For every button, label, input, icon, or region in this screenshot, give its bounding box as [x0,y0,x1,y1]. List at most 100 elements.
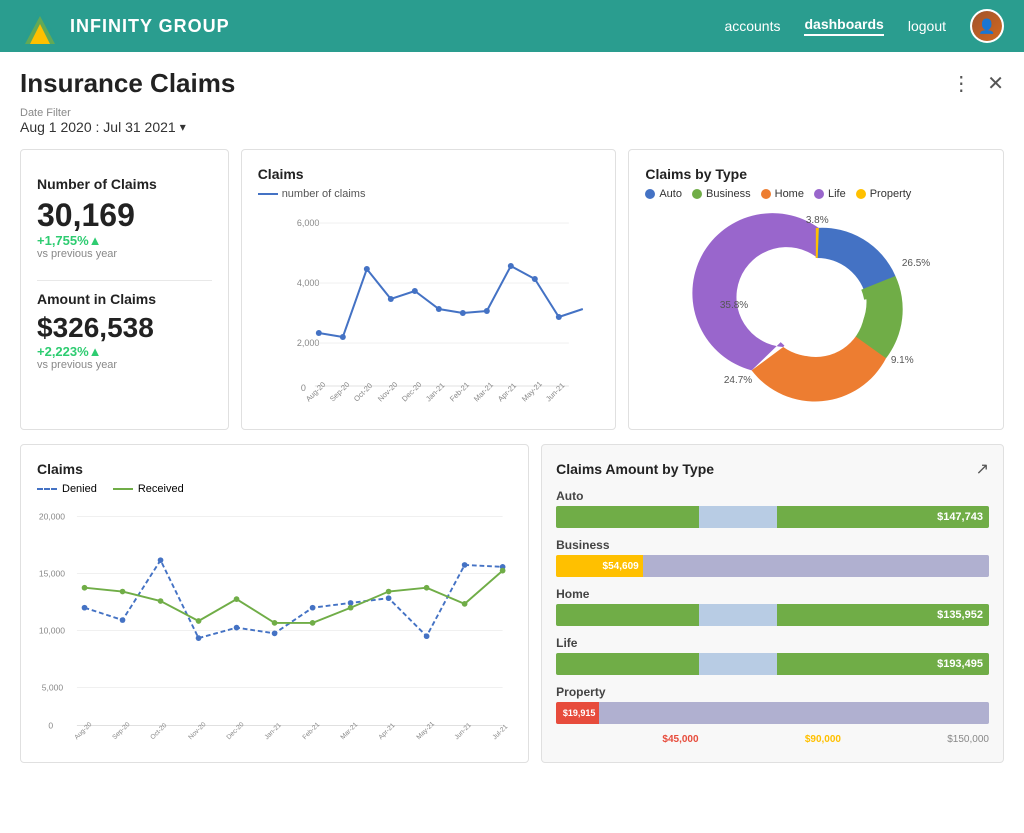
legend-received: Received [113,483,184,495]
avatar[interactable]: 👤 [970,9,1004,43]
svg-text:Apr-21: Apr-21 [496,381,518,403]
bar-row-business: Business $54,609 [556,538,989,577]
donut-legend: Auto Business Home Life Property [645,188,987,200]
nav-dashboards[interactable]: dashboards [804,16,883,36]
logo-area: Infinity Group [20,8,230,44]
bar-chart-title-row: Claims Amount by Type ↗ [556,459,989,479]
claims-stat-vs: vs previous year [37,248,212,260]
svg-text:Mar-21: Mar-21 [472,380,495,403]
svg-text:Sep-20: Sep-20 [111,721,131,741]
svg-text:Jun-21: Jun-21 [544,381,567,404]
bottom-chart-legend: Denied Received [37,483,512,495]
svg-text:Nov-20: Nov-20 [376,380,399,403]
svg-text:Dec-20: Dec-20 [400,380,423,403]
bar-row-life: Life $193,495 [556,636,989,675]
claims-amount-by-type-card: Claims Amount by Type ↗ Auto $147,743 Bu… [541,444,1004,763]
bar-axis: $45,000 $90,000 $150,000 [556,734,989,745]
svg-text:0: 0 [48,720,53,730]
logo-text: Infinity Group [70,16,230,37]
legend-business: Business [692,188,751,200]
claims-line-chart-card: Claims number of claims 6,000 4,000 2,00… [241,149,617,430]
legend-auto: Auto [645,188,682,200]
legend-home: Home [761,188,804,200]
bar-label-auto: Auto [556,489,989,503]
bottom-claims-card: Claims Denied Received 20,000 15,000 10,… [20,444,529,763]
claims-svg: 6,000 4,000 2,000 0 [258,206,600,406]
claims-legend-label: number of claims [282,188,366,200]
svg-text:Nov-20: Nov-20 [187,721,207,741]
more-options-button[interactable]: ⋮ [951,71,971,96]
title-actions: ⋮ ✕ [951,71,1004,96]
bar-label-business: Business [556,538,989,552]
amount-stat-vs: vs previous year [37,359,212,371]
header: Infinity Group accounts dashboards logou… [0,0,1024,52]
page-content: Insurance Claims ⋮ ✕ Date Filter Aug 1 2… [0,52,1024,833]
date-filter-label: Date Filter [20,107,1004,119]
close-button[interactable]: ✕ [987,71,1004,96]
amount-stat-title: Amount in Claims [37,291,212,307]
amount-stat-change: +2,223%▲ [37,344,212,359]
claims-legend-line [258,193,278,195]
bottom-row: Claims Denied Received 20,000 15,000 10,… [20,444,1004,763]
svg-text:May-21: May-21 [415,720,436,741]
axis-45k: $45,000 [662,734,698,745]
bar-label-life: Life [556,636,989,650]
nav-logout[interactable]: logout [908,18,946,34]
date-filter-value[interactable]: Aug 1 2020 : Jul 31 2021 ▾ [20,119,1004,135]
claims-stat-value: 30,169 [37,198,212,233]
svg-text:Jan-21: Jan-21 [424,381,447,404]
svg-text:Sep-20: Sep-20 [328,380,351,403]
received-line-icon [113,488,133,490]
bar-label-home: Home [556,587,989,601]
logo-icon [20,8,60,44]
svg-text:Dec-20: Dec-20 [225,721,245,741]
svg-text:Apr-21: Apr-21 [377,722,396,741]
bar-row-property: Property $19,915 [556,685,989,724]
auto-dot [645,189,655,199]
svg-text:May-21: May-21 [520,379,544,403]
bottom-claims-title: Claims [37,461,512,477]
claims-stat-title: Number of Claims [37,176,212,192]
bar-label-property: Property [556,685,989,699]
svg-text:15,000: 15,000 [39,568,65,578]
claims-by-type-card: Claims by Type Auto Business Home Life [628,149,1004,430]
legend-life: Life [814,188,846,200]
svg-text:35.8%: 35.8% [720,300,748,311]
svg-text:26.5%: 26.5% [902,258,930,269]
legend-property: Property [856,188,912,200]
top-row: Number of Claims 30,169 +1,755%▲ vs prev… [20,149,1004,430]
svg-text:5,000: 5,000 [42,682,64,692]
claims-by-type-title: Claims by Type [645,166,987,182]
svg-text:Oct-20: Oct-20 [352,381,374,403]
svg-text:20,000: 20,000 [39,511,65,521]
chevron-down-icon: ▾ [180,120,186,134]
axis-90k: $90,000 [805,734,841,745]
svg-text:Oct-20: Oct-20 [149,722,168,741]
page-title: Insurance Claims [20,68,235,99]
bar-chart-title: Claims Amount by Type [556,461,714,477]
svg-text:10,000: 10,000 [39,625,65,635]
amount-stat-value: $326,538 [37,313,212,344]
expand-icon[interactable]: ↗ [976,459,989,479]
nav: accounts dashboards logout 👤 [724,9,1004,43]
svg-text:Aug-20: Aug-20 [73,721,93,741]
svg-text:Jun-21: Jun-21 [453,722,473,741]
life-dot [814,189,824,199]
title-bar: Insurance Claims ⋮ ✕ [20,68,1004,99]
property-dot [856,189,866,199]
svg-text:0: 0 [301,383,306,393]
received-label: Received [138,483,184,495]
axis-150k: $150,000 [947,734,989,745]
svg-text:24.7%: 24.7% [724,375,752,386]
home-dot [761,189,771,199]
svg-text:Jan-21: Jan-21 [263,722,283,741]
svg-text:9.1%: 9.1% [891,355,914,366]
denied-label: Denied [62,483,97,495]
claims-stat-change: +1,755%▲ [37,233,212,248]
bottom-claims-svg: 20,000 15,000 10,000 5,000 0 [37,501,512,741]
nav-accounts[interactable]: accounts [724,18,780,34]
business-dot [692,189,702,199]
donut-svg: 26.5% 9.1% 24.7% 35.8% 3.8% [645,208,987,408]
bar-row-home: Home $135,952 [556,587,989,626]
denied-line-icon [37,488,57,490]
